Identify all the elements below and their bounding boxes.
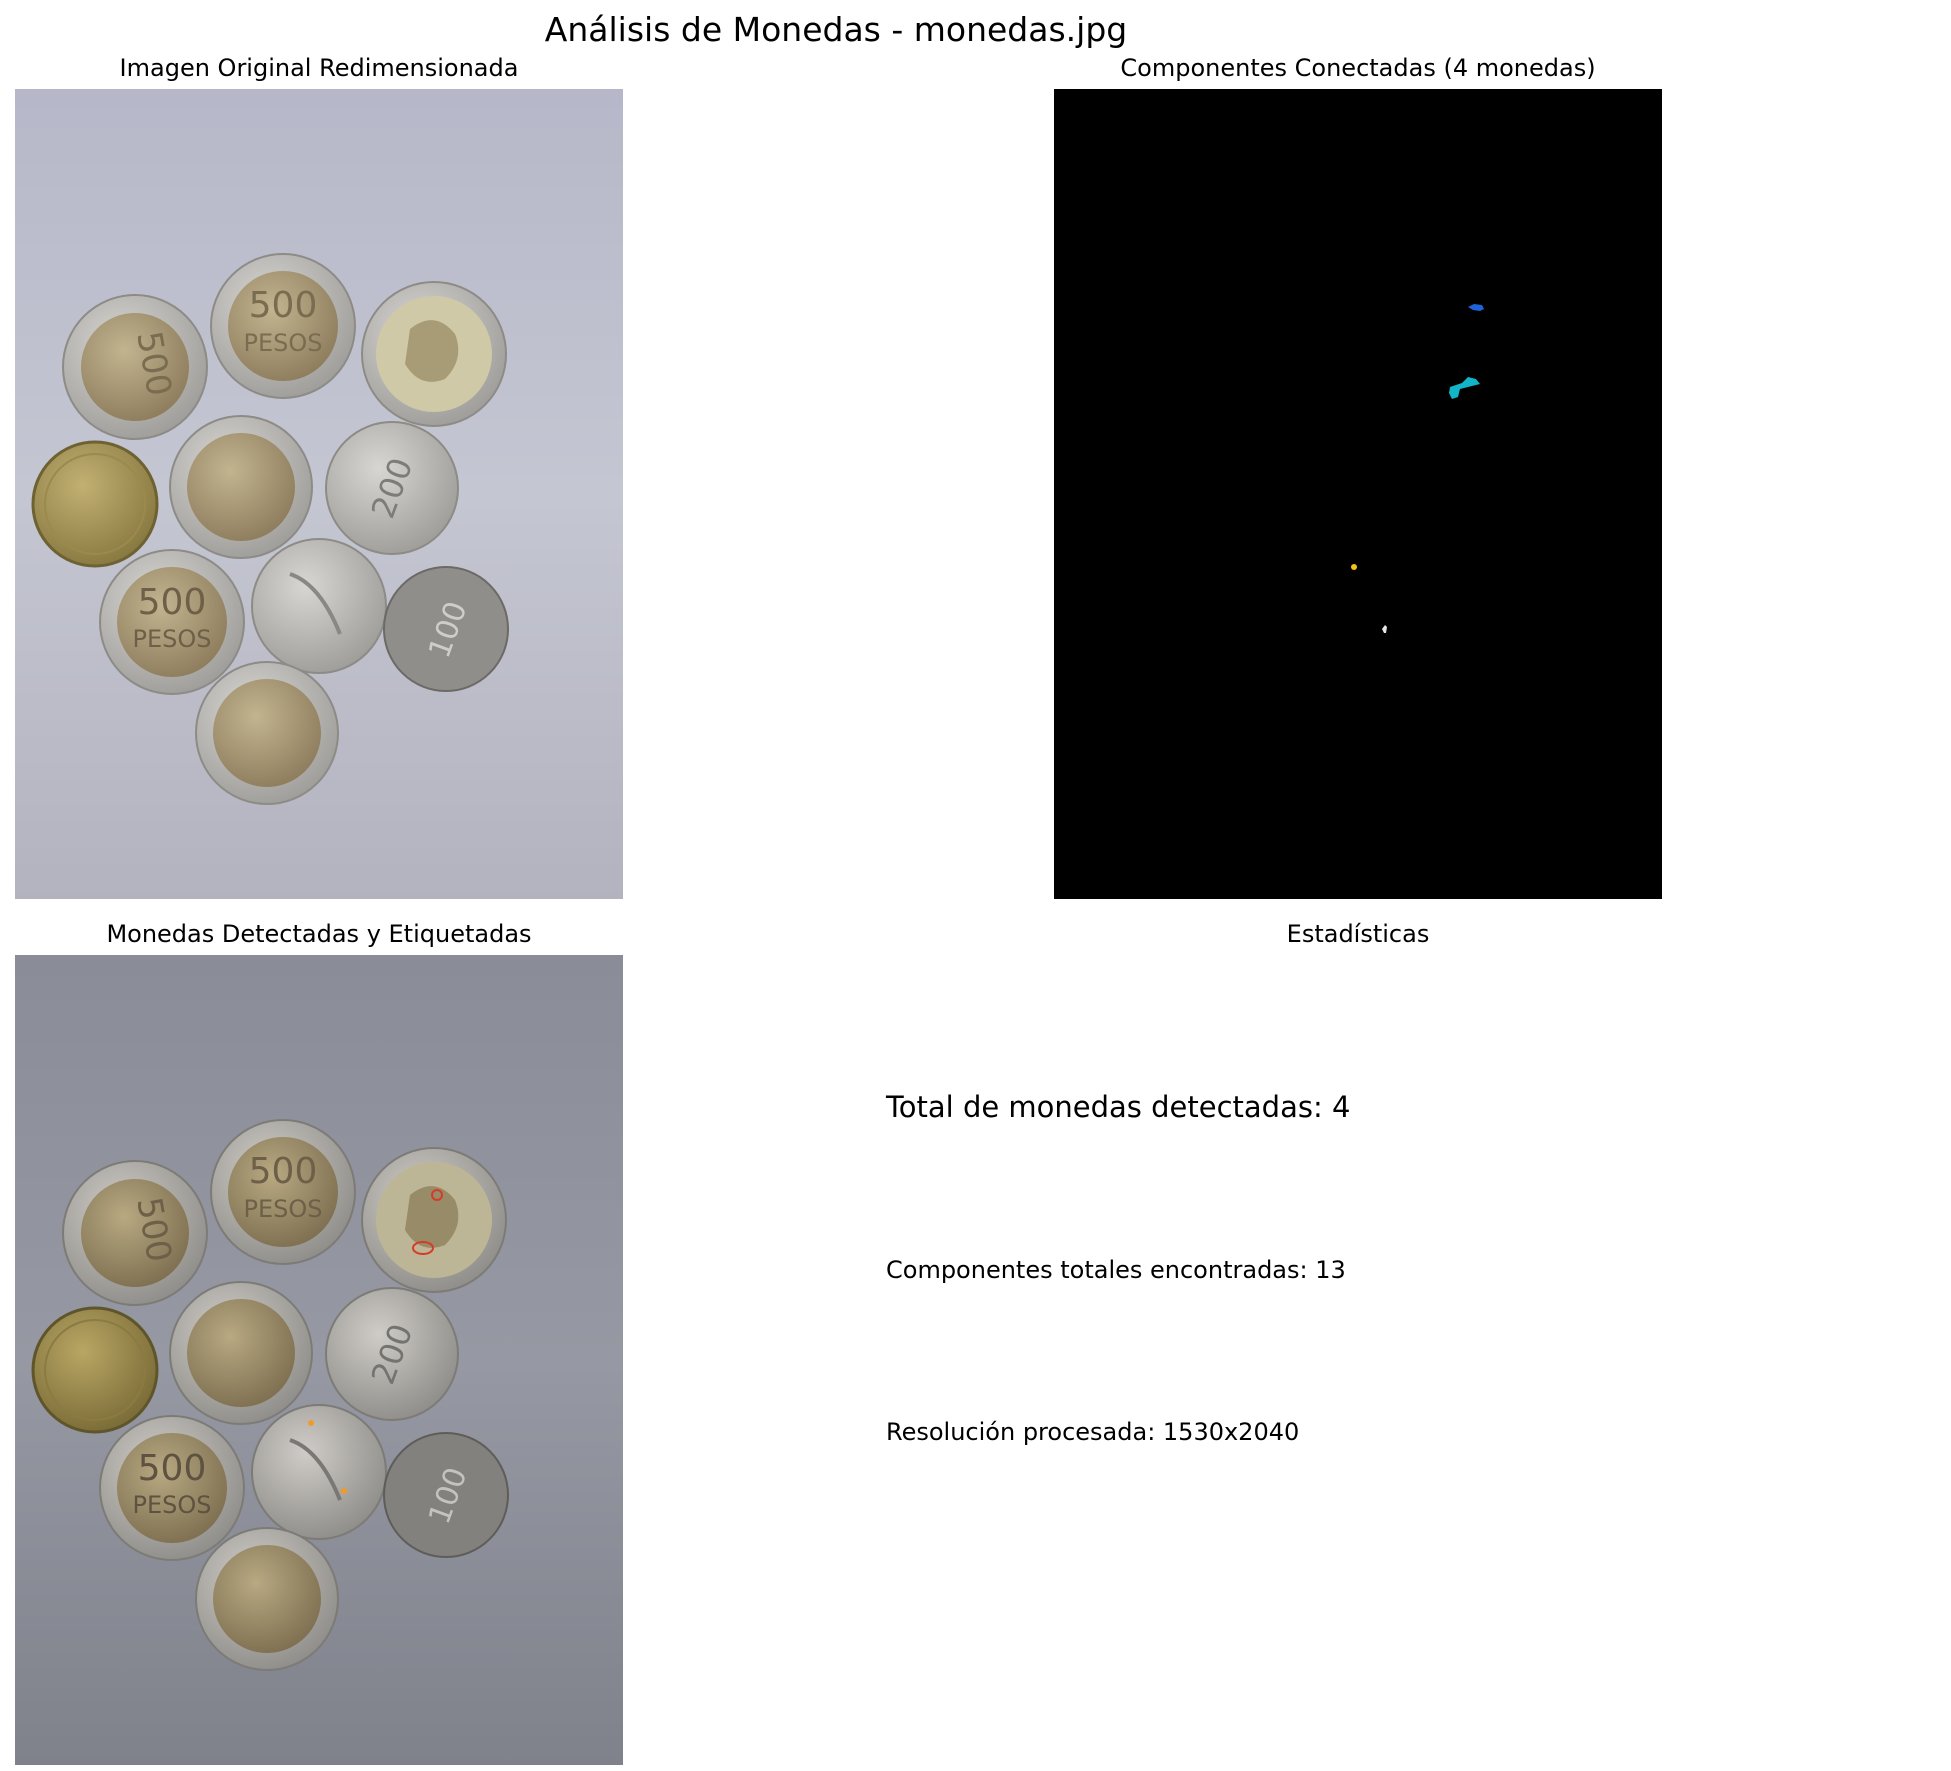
coin-100-right: 100 xyxy=(383,1432,509,1558)
label-mark-orange xyxy=(308,1420,314,1426)
stat-total-coins: Total de monedas detectadas: 4 xyxy=(886,1090,1351,1124)
components-svg xyxy=(1054,89,1662,899)
coin-500-top-center: 500 PESOS xyxy=(210,1119,356,1265)
coin-text: 500 xyxy=(249,285,318,326)
coin-500-middle xyxy=(169,415,313,559)
coin-text: PESOS xyxy=(244,329,323,357)
figure-title: Análisis de Monedas - monedas.jpg xyxy=(544,10,1128,49)
detected-image: 500 500 PESOS 200 500 PESOS 100 xyxy=(15,955,623,1765)
original-image: 500 500 PESOS 200 500 PESOS 100 xyxy=(15,89,623,899)
coin-500-top-left: 500 xyxy=(62,294,208,440)
coin-500-bottom xyxy=(195,661,339,805)
coin-500-lower-left: 500 PESOS xyxy=(99,1415,245,1561)
original-image-title: Imagen Original Redimensionada xyxy=(119,54,519,82)
stat-resolution: Resolución procesada: 1530x2040 xyxy=(886,1418,1300,1446)
components-title: Componentes Conectadas (4 monedas) xyxy=(1120,54,1596,82)
coin-500-middle xyxy=(169,1281,313,1425)
coin-1000-top-right xyxy=(361,281,507,427)
original-photo-svg: 500 500 PESOS 200 500 PESOS 100 xyxy=(15,89,623,899)
coin-500-top-center: 500 PESOS xyxy=(210,253,356,399)
coin-200-middle-right: 200 xyxy=(325,421,459,555)
coin-text: 500 xyxy=(249,1151,318,1192)
components-image xyxy=(1054,89,1662,899)
coin-text: 500 xyxy=(138,582,207,623)
coin-500-bottom xyxy=(195,1527,339,1671)
coin-200-middle-right: 200 xyxy=(325,1287,459,1421)
coin-text: PESOS xyxy=(133,625,212,653)
coin-silver-lower-center xyxy=(251,538,387,674)
coin-brass-left xyxy=(31,1306,159,1434)
coin-500-lower-left: 500 PESOS xyxy=(99,549,245,695)
coin-text: PESOS xyxy=(244,1195,323,1223)
coin-100-right: 100 xyxy=(383,566,509,692)
label-mark-orange xyxy=(341,1488,347,1494)
coin-silver-lower-center xyxy=(251,1404,387,1540)
coin-1000-top-right xyxy=(361,1147,507,1293)
coin-text: PESOS xyxy=(133,1491,212,1519)
components-background xyxy=(1054,89,1662,899)
detected-title: Monedas Detectadas y Etiquetadas xyxy=(106,920,532,948)
stats-title: Estadísticas xyxy=(1286,920,1430,948)
detected-photo-svg: 500 500 PESOS 200 500 PESOS 100 xyxy=(15,955,623,1765)
coin-brass-left xyxy=(31,440,159,568)
component-yellow xyxy=(1351,564,1357,570)
stat-total-components: Componentes totales encontradas: 13 xyxy=(886,1256,1346,1284)
coin-text: 500 xyxy=(138,1448,207,1489)
coin-500-top-left: 500 xyxy=(62,1160,208,1306)
